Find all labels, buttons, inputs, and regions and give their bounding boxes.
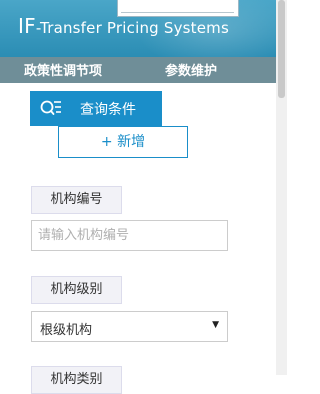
- dropdown-arrow-icon: ▼: [212, 320, 219, 330]
- nav-item-policy-adjustment[interactable]: 政策性调节项: [24, 60, 102, 79]
- org-code-input[interactable]: [31, 220, 228, 251]
- top-nav: 政策性调节项 参数维护: [0, 57, 276, 83]
- org-level-select-value: 根级机构: [40, 323, 93, 338]
- app-title-rest: -Transfer Pricing Systems: [35, 19, 230, 37]
- org-code-label: 机构编号: [31, 186, 122, 214]
- app-title-prefix: IF: [18, 14, 36, 38]
- app-title: IF-Transfer Pricing Systems: [18, 14, 229, 38]
- add-button[interactable]: + 新增: [58, 126, 188, 158]
- dropdown-popup-field[interactable]: [121, 0, 234, 13]
- nav-item-parameter-maintenance[interactable]: 参数维护: [165, 60, 217, 79]
- search-filter-icon: [40, 100, 61, 115]
- org-type-label: 机构类别: [31, 366, 122, 394]
- org-level-select[interactable]: 根级机构 ▼: [31, 311, 228, 342]
- scrollbar-thumb[interactable]: [278, 0, 285, 98]
- query-conditions-label: 查询条件: [80, 102, 136, 118]
- query-conditions-button[interactable]: 查询条件: [30, 91, 162, 126]
- org-level-label: 机构级别: [31, 276, 122, 304]
